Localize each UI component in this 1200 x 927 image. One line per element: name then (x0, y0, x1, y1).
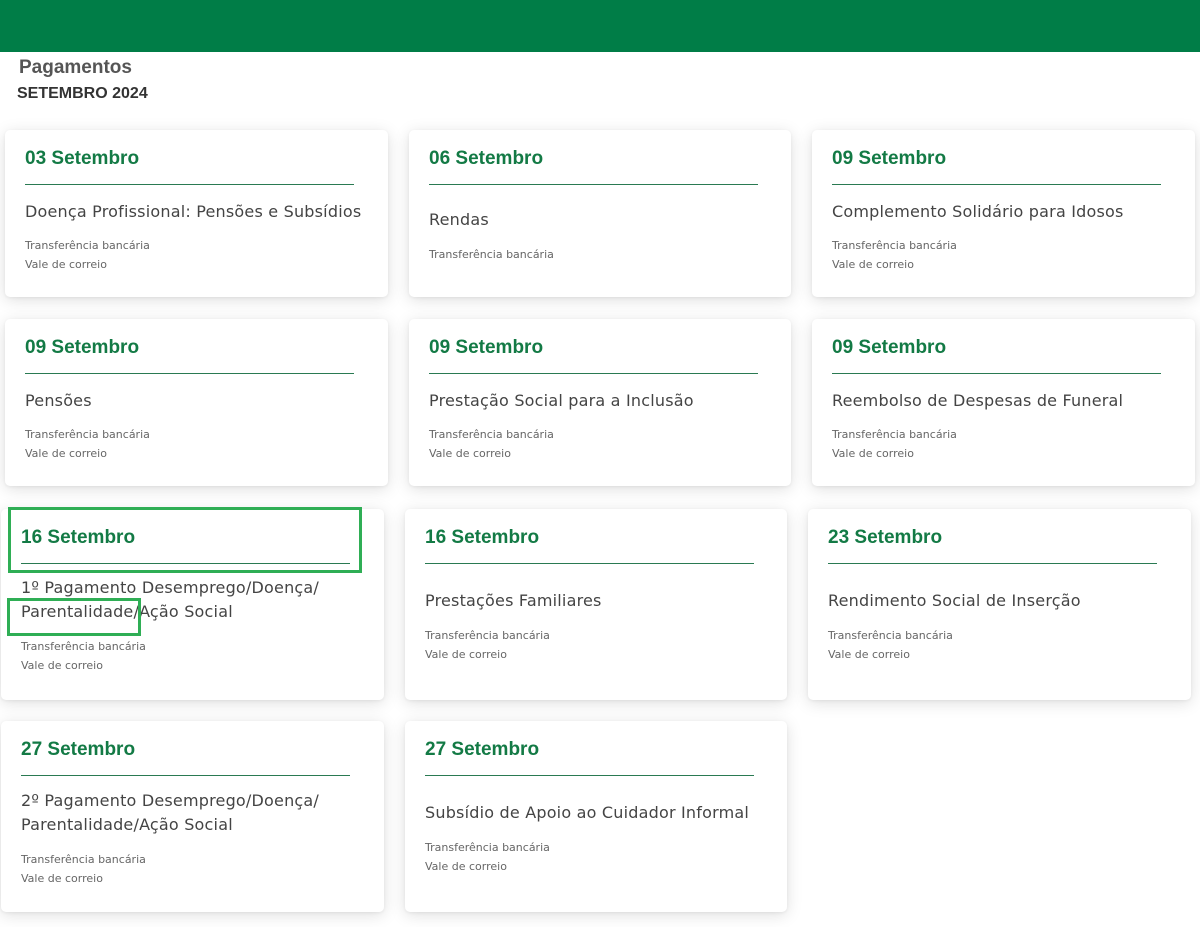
payment-card: 03 Setembro Doença Profissional: Pensões … (5, 130, 388, 297)
payment-method: Transferência bancária (832, 239, 957, 252)
payment-methods-list: Transferência bancária Vale de correio (425, 626, 550, 664)
date-divider (425, 775, 754, 776)
benefit-title: Reembolso de Despesas de Funeral (832, 391, 1124, 410)
payment-date: 06 Setembro (429, 148, 544, 169)
date-divider (429, 184, 758, 185)
payment-date: 27 Setembro (425, 739, 540, 760)
payment-methods-list: Transferência bancária Vale de correio (832, 425, 957, 463)
benefit-title: Pensões (25, 391, 92, 410)
benefit-title: Prestação Social para a Inclusão (429, 391, 694, 410)
payment-method: Vale de correio (21, 872, 103, 885)
payment-methods-list: Transferência bancária Vale de correio (25, 236, 150, 274)
date-divider (21, 563, 350, 564)
payment-method: Vale de correio (832, 447, 914, 460)
page-title: Pagamentos (19, 57, 132, 78)
payment-method: Vale de correio (21, 659, 103, 672)
payment-method: Vale de correio (429, 447, 511, 460)
payment-method: Vale de correio (832, 258, 914, 271)
payment-date: 09 Setembro (832, 337, 947, 358)
payment-card: 09 Setembro Prestação Social para a Inclu… (409, 319, 791, 486)
benefit-title: Rendas (429, 210, 489, 229)
payment-card: 27 Setembro Subsídio de Apoio ao Cuidador… (405, 721, 787, 912)
payment-card: 23 Setembro Rendimento Social de Inserção… (808, 509, 1191, 700)
payment-date: 09 Setembro (832, 148, 947, 169)
payment-method: Transferência bancária (429, 248, 554, 261)
payment-date: 27 Setembro (21, 739, 136, 760)
payment-date: 16 Setembro (21, 527, 136, 548)
payment-methods-list: Transferência bancária Vale de correio (21, 850, 146, 888)
payment-date: 16 Setembro (425, 527, 540, 548)
payment-card: 06 Setembro Rendas Transferência bancária (409, 130, 791, 297)
date-divider (25, 184, 354, 185)
payment-date: 03 Setembro (25, 148, 140, 169)
payment-method: Transferência bancária (425, 841, 550, 854)
benefit-title: 2º Pagamento Desemprego/Doença/ Parental… (21, 791, 319, 834)
payment-method: Transferência bancária (25, 428, 150, 441)
payment-methods-list: Transferência bancária Vale de correio (21, 637, 146, 675)
date-divider (828, 563, 1157, 564)
benefit-title: Prestações Familiares (425, 591, 602, 610)
payment-card: 16 Setembro 1º Pagamento Desemprego/Doenç… (1, 509, 384, 700)
payment-method: Vale de correio (25, 447, 107, 460)
payment-date: 09 Setembro (429, 337, 544, 358)
payment-card: 09 Setembro Complemento Solidário para Id… (812, 130, 1195, 297)
payment-method: Vale de correio (25, 258, 107, 271)
payment-methods-list: Transferência bancária (429, 245, 554, 264)
benefit-title: Subsídio de Apoio ao Cuidador Informal (425, 803, 750, 822)
date-divider (832, 373, 1161, 374)
payment-methods-list: Transferência bancária Vale de correio (429, 425, 554, 463)
top-banner (0, 0, 1200, 52)
payment-method: Transferência bancária (25, 239, 150, 252)
date-divider (429, 373, 758, 374)
benefit-title: Rendimento Social de Inserção (828, 591, 1081, 610)
payment-method: Transferência bancária (828, 629, 953, 642)
payment-date: 09 Setembro (25, 337, 140, 358)
benefit-title: Complemento Solidário para Idosos (832, 202, 1124, 221)
payment-method: Vale de correio (425, 648, 507, 661)
payment-method: Transferência bancária (425, 629, 550, 642)
page-subtitle: SETEMBRO 2024 (17, 85, 148, 102)
benefit-title: Doença Profissional: Pensões e Subsídios (25, 202, 362, 221)
payment-method: Vale de correio (828, 648, 910, 661)
payment-methods-list: Transferência bancária Vale de correio (832, 236, 957, 274)
date-divider (425, 563, 754, 564)
benefit-title: 1º Pagamento Desemprego/Doença/ Parental… (21, 578, 319, 621)
payment-date: 23 Setembro (828, 527, 943, 548)
payment-methods-list: Transferência bancária Vale de correio (828, 626, 953, 664)
payment-method: Transferência bancária (832, 428, 957, 441)
date-divider (21, 775, 350, 776)
date-divider (25, 373, 354, 374)
date-divider (832, 184, 1161, 185)
payment-card: 09 Setembro Pensões Transferência bancária… (5, 319, 388, 486)
payment-card: 16 Setembro Prestações Familiares Transfer… (405, 509, 787, 700)
payment-methods-list: Transferência bancária Vale de correio (425, 838, 550, 876)
payment-method: Transferência bancária (21, 640, 146, 653)
payment-method: Transferência bancária (429, 428, 554, 441)
payment-card: 09 Setembro Reembolso de Despesas de Fune… (812, 319, 1195, 486)
payment-methods-list: Transferência bancária Vale de correio (25, 425, 150, 463)
payment-method: Vale de correio (425, 860, 507, 873)
payment-method: Transferência bancária (21, 853, 146, 866)
payment-card: 27 Setembro 2º Pagamento Desemprego/Doenç… (1, 721, 384, 912)
